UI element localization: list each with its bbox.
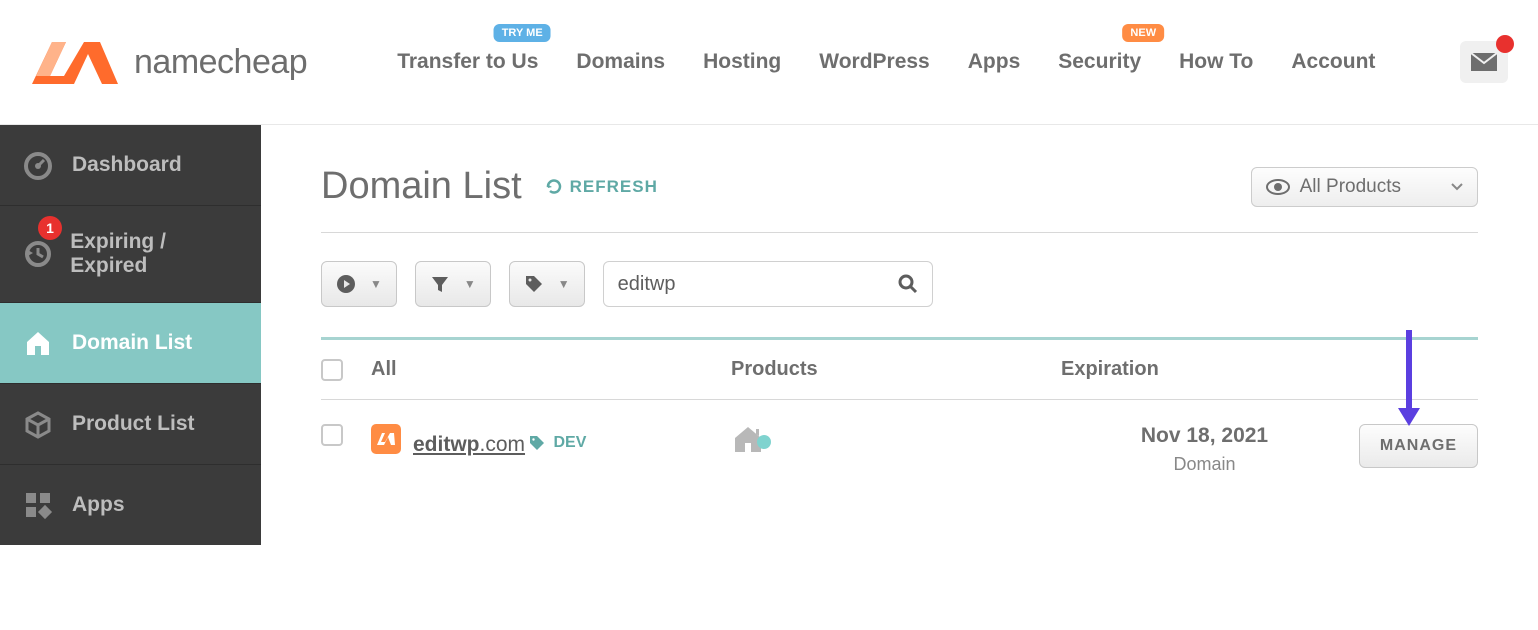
tryme-badge: TRY ME — [494, 24, 551, 42]
nav-label: Security — [1058, 50, 1141, 73]
expiration-sub: Domain — [1061, 454, 1348, 475]
filter-funnel-dropdown[interactable]: ▼ — [415, 261, 491, 307]
domain-cell: editwp.com DEV — [371, 424, 731, 457]
divider — [321, 232, 1478, 233]
top-nav: Transfer to Us TRY ME Domains Hosting Wo… — [397, 50, 1460, 74]
domain-tld: .com — [480, 433, 526, 456]
filter-tag-dropdown[interactable]: ▼ — [509, 261, 585, 307]
filter-play-dropdown[interactable]: ▼ — [321, 261, 397, 307]
count-badge: 1 — [38, 216, 62, 240]
funnel-icon — [430, 274, 450, 294]
brand-logo[interactable]: namecheap — [30, 36, 307, 88]
refresh-button[interactable]: REFRESH — [546, 177, 658, 197]
col-header-products[interactable]: Products — [731, 358, 1061, 381]
mail-icon — [1471, 53, 1497, 71]
new-badge: NEW — [1122, 24, 1164, 42]
nav-transfer[interactable]: Transfer to Us TRY ME — [397, 50, 538, 74]
chevron-down-icon — [1451, 183, 1463, 191]
home-icon — [22, 327, 54, 359]
main-content: Domain List REFRESH All Products ▼ ▼ — [261, 125, 1538, 545]
apps-icon — [22, 489, 54, 521]
sidebar-item-label: Dashboard — [72, 153, 182, 177]
namecheap-logo-icon — [30, 36, 120, 88]
refresh-label: REFRESH — [570, 177, 658, 197]
tag-icon — [529, 435, 545, 451]
nav-account[interactable]: Account — [1291, 50, 1375, 74]
sidebar-item-domain-list[interactable]: Domain List — [0, 303, 261, 384]
search-icon — [898, 274, 918, 294]
box-icon — [22, 408, 54, 440]
search-box[interactable] — [603, 261, 933, 307]
mail-button[interactable] — [1460, 41, 1508, 83]
annotation-arrow-icon — [1394, 330, 1424, 430]
tag-icon — [524, 274, 544, 294]
sidebar-item-expiring[interactable]: Expiring / Expired 1 — [0, 206, 261, 303]
page-title: Domain List — [321, 165, 522, 208]
col-header-all[interactable]: All — [371, 358, 731, 381]
col-header-expiration[interactable]: Expiration — [1061, 358, 1348, 381]
sidebar-item-product-list[interactable]: Product List — [0, 384, 261, 465]
nav-security[interactable]: Security NEW — [1058, 50, 1141, 74]
gauge-icon — [22, 149, 54, 181]
eye-icon — [1266, 179, 1290, 195]
expiration-date: Nov 18, 2021 — [1061, 424, 1348, 448]
clock-back-icon — [22, 238, 52, 270]
manage-button[interactable]: MANAGE — [1359, 424, 1478, 468]
product-icon-home[interactable] — [731, 441, 765, 458]
refresh-icon — [546, 179, 562, 195]
nav-label: Transfer to Us — [397, 50, 538, 73]
row-checkbox[interactable] — [321, 424, 343, 446]
sidebar-item-label: Domain List — [72, 331, 192, 355]
products-filter-dropdown[interactable]: All Products — [1251, 167, 1478, 207]
select-all-checkbox[interactable] — [321, 359, 343, 381]
play-circle-icon — [336, 274, 356, 294]
namecheap-favicon-icon — [371, 424, 401, 454]
search-input[interactable] — [618, 273, 898, 296]
brand-name: namecheap — [134, 43, 307, 82]
caret-down-icon: ▼ — [370, 277, 382, 291]
sidebar-item-label: Product List — [72, 412, 195, 436]
top-header: namecheap Transfer to Us TRY ME Domains … — [0, 0, 1538, 125]
sidebar-item-apps[interactable]: Apps — [0, 465, 261, 545]
tag-label: DEV — [553, 434, 586, 452]
caret-down-icon: ▼ — [558, 277, 570, 291]
nav-apps[interactable]: Apps — [968, 50, 1021, 74]
domain-link[interactable]: editwp.com — [413, 433, 525, 456]
sidebar: Dashboard Expiring / Expired 1 Domain Li… — [0, 125, 261, 545]
caret-down-icon: ▼ — [464, 277, 476, 291]
domain-tag[interactable]: DEV — [529, 434, 586, 452]
nav-wordpress[interactable]: WordPress — [819, 50, 930, 74]
sidebar-item-label: Expiring / Expired — [70, 230, 239, 278]
filter-label: All Products — [1300, 176, 1401, 198]
nav-howto[interactable]: How To — [1179, 50, 1253, 74]
sidebar-item-dashboard[interactable]: Dashboard — [0, 125, 261, 206]
status-dot-icon — [757, 435, 771, 449]
notification-dot-icon — [1496, 35, 1514, 53]
table-row: editwp.com DEV Nov 18, 2021 Domain — [321, 400, 1478, 499]
page-head: Domain List REFRESH All Products — [321, 165, 1478, 208]
nav-domains[interactable]: Domains — [576, 50, 665, 74]
table-header: All Products Expiration — [321, 337, 1478, 400]
nav-hosting[interactable]: Hosting — [703, 50, 781, 74]
domain-name-bold: editwp — [413, 433, 480, 456]
sidebar-item-label: Apps — [72, 493, 125, 517]
filter-bar: ▼ ▼ ▼ — [321, 261, 1478, 307]
